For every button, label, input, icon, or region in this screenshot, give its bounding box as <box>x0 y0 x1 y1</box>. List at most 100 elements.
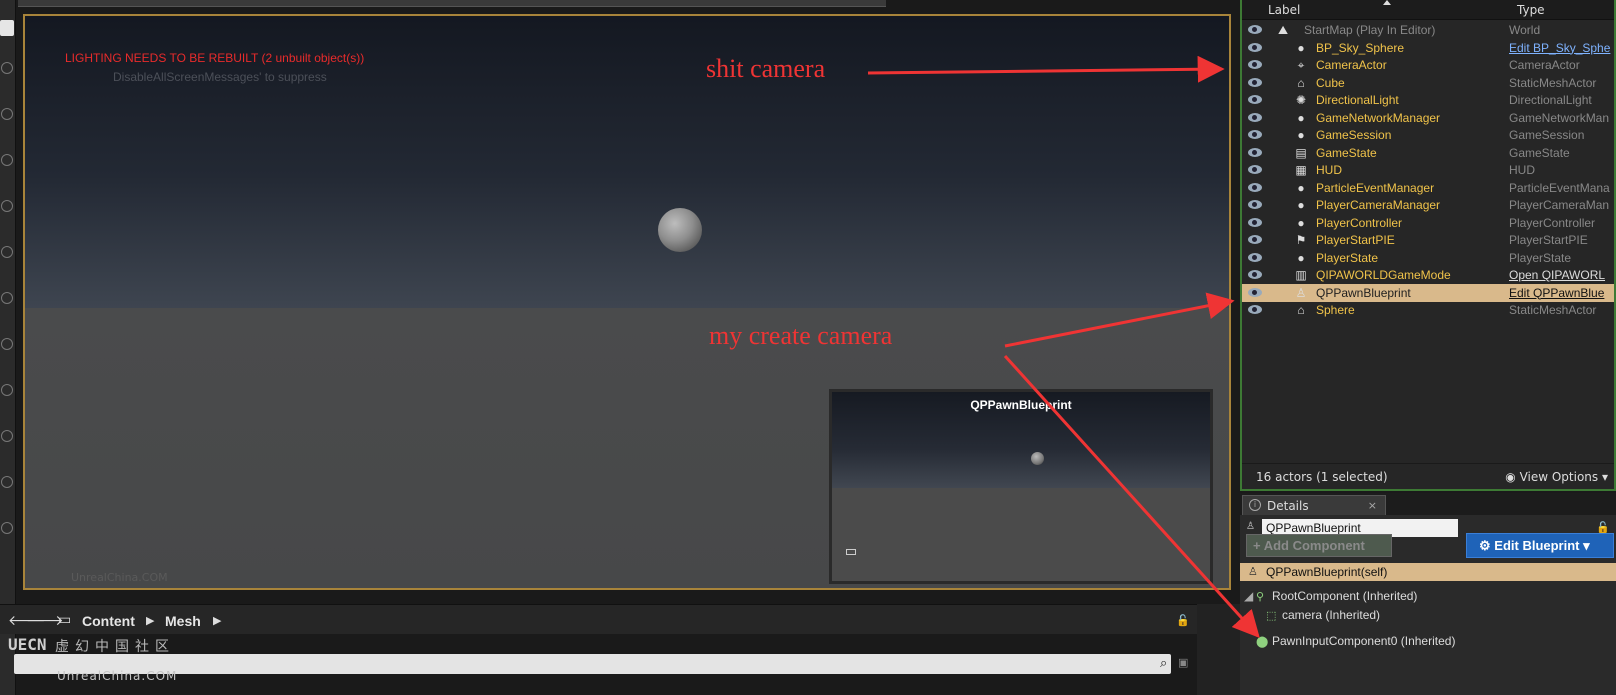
viewport-watermark: UnrealChina.COM <box>71 571 168 584</box>
outliner-row-label: Sphere <box>1316 303 1355 317</box>
column-type[interactable]: Type <box>1517 3 1545 17</box>
close-icon[interactable]: × <box>1368 499 1377 512</box>
outliner-row[interactable]: ⌖ CameraActor CameraActor <box>1242 56 1614 74</box>
clock-icon[interactable] <box>1 476 13 488</box>
annotation-my-create-camera: my create camera <box>709 321 893 350</box>
clock-icon[interactable] <box>1 246 13 258</box>
input-component-icon: ⬤ <box>1256 635 1269 648</box>
outliner-row-label: StartMap (Play In Editor) <box>1304 23 1436 37</box>
outliner-row-label: GameState <box>1316 145 1377 160</box>
chevron-right-icon[interactable]: ▶ <box>146 614 154 627</box>
visibility-eye-icon[interactable] <box>1248 200 1262 209</box>
lighting-warning: LIGHTING NEEDS TO BE REBUILT (2 unbuilt … <box>65 51 365 65</box>
outliner-row[interactable]: ● ParticleEventManager ParticleEventMana <box>1242 179 1614 197</box>
pawn-icon: ♙ <box>1248 565 1258 578</box>
outliner-row-type[interactable]: Edit BP_Sky_Sphe <box>1509 41 1613 55</box>
outliner-row-type: GameSession <box>1509 128 1585 142</box>
outliner-row-type: ParticleEventMana <box>1509 180 1610 195</box>
visibility-eye-icon[interactable] <box>1248 287 1262 297</box>
expand-arrow-icon[interactable]: ◢ <box>1244 589 1253 603</box>
outliner-row[interactable]: ● PlayerState PlayerState <box>1242 249 1614 267</box>
visibility-eye-icon[interactable] <box>1248 182 1262 192</box>
search-icon[interactable]: ⌕ <box>1160 656 1176 672</box>
view-options-button[interactable]: ◉ View Options ▾ <box>1505 470 1608 484</box>
tab-details-label: Details <box>1267 499 1309 513</box>
static-mesh-icon: ⌂ <box>1297 75 1305 90</box>
outliner-row-label: DirectionalLight <box>1316 93 1399 107</box>
visibility-eye-icon[interactable] <box>1248 217 1262 227</box>
camera-component-icon: ⬚ <box>1266 609 1277 622</box>
visibility-eye-icon[interactable] <box>1248 25 1262 34</box>
visibility-eye-icon[interactable] <box>1248 270 1262 279</box>
tab-details[interactable]: i Details × <box>1242 495 1386 515</box>
clock-icon[interactable] <box>1 200 13 212</box>
outliner-row[interactable]: ● PlayerController PlayerController <box>1242 214 1614 232</box>
clock-icon[interactable] <box>1 522 13 534</box>
visibility-eye-icon[interactable] <box>1248 95 1262 104</box>
pawn-icon: ♙ <box>1246 521 1255 532</box>
visibility-eye-icon[interactable] <box>1248 165 1262 174</box>
visibility-eye-icon[interactable] <box>1248 77 1262 87</box>
visibility-eye-icon[interactable] <box>1248 42 1262 52</box>
visibility-eye-icon[interactable] <box>1248 112 1262 122</box>
outliner-row-type: GameNetworkMan <box>1509 110 1610 125</box>
breadcrumb-content[interactable]: Content <box>82 613 135 629</box>
annotation-shit-camera: shit camera <box>706 54 826 83</box>
visibility-eye-icon[interactable] <box>1248 147 1262 157</box>
component-camera[interactable]: camera (Inherited) <box>1282 608 1380 622</box>
search-toggle-icon[interactable] <box>0 20 14 36</box>
save-icon[interactable]: ▣ <box>1178 656 1192 670</box>
outliner-row-world[interactable]: ⛰ StartMap (Play In Editor) World <box>1242 21 1614 39</box>
outliner-row-label: BP_Sky_Sphere <box>1316 40 1405 55</box>
outliner-row-type: CameraActor <box>1509 58 1580 72</box>
clock-icon[interactable] <box>1 338 13 350</box>
outliner-row[interactable]: ⌂ Sphere StaticMeshActor <box>1242 301 1614 319</box>
outliner-row-label: QPPawnBlueprint <box>1316 285 1411 300</box>
add-component-button[interactable]: + Add Component <box>1246 534 1392 557</box>
visibility-eye-icon[interactable] <box>1248 60 1262 69</box>
level-viewport[interactable]: LIGHTING NEEDS TO BE REBUILT (2 unbuilt … <box>23 14 1231 590</box>
outliner-row[interactable]: ● BP_Sky_Sphere Edit BP_Sky_Sphe <box>1242 39 1614 57</box>
clock-icon[interactable] <box>1 62 13 74</box>
visibility-eye-icon[interactable] <box>1248 235 1262 244</box>
visibility-eye-icon[interactable] <box>1248 305 1262 314</box>
game-state-icon: ▤ <box>1295 145 1307 160</box>
edit-blueprint-button[interactable]: ⚙ Edit Blueprint ▾ <box>1466 533 1614 558</box>
lock-icon[interactable]: 🔓 <box>1176 614 1190 627</box>
clock-icon[interactable] <box>1 430 13 442</box>
outliner-row-label: GameNetworkManager <box>1316 110 1441 125</box>
component-self[interactable]: ♙ QPPawnBlueprint(self) <box>1240 563 1616 581</box>
clock-icon[interactable] <box>1 108 13 120</box>
clock-icon[interactable] <box>1 154 13 166</box>
component-pawn-input[interactable]: PawnInputComponent0 (Inherited) <box>1272 634 1455 648</box>
outliner-row[interactable]: ♙ QPPawnBlueprint Edit QPPawnBlue <box>1242 283 1614 302</box>
clock-icon[interactable] <box>1 384 13 396</box>
outliner-row[interactable]: ● GameNetworkManager GameNetworkMan <box>1242 109 1614 127</box>
outliner-row[interactable]: ✺ DirectionalLight DirectionalLight <box>1242 91 1614 109</box>
outliner-row[interactable]: ● PlayerCameraManager PlayerCameraMan <box>1242 196 1614 214</box>
light-icon: ✺ <box>1295 93 1307 107</box>
breadcrumb-mesh[interactable]: Mesh <box>165 613 201 629</box>
outliner-row-type[interactable]: Open QIPAWORL <box>1509 268 1613 282</box>
outliner-row-type: PlayerStartPIE <box>1509 233 1588 247</box>
visibility-eye-icon[interactable] <box>1248 252 1262 262</box>
component-root[interactable]: RootComponent (Inherited) <box>1272 589 1417 603</box>
preview-title: QPPawnBlueprint <box>970 398 1072 412</box>
outliner-row[interactable]: ▦ HUD HUD <box>1242 161 1614 179</box>
view-options-label: View Options <box>1519 470 1599 484</box>
column-label[interactable]: Label <box>1268 3 1300 17</box>
chevron-right-icon[interactable]: ▶ <box>213 614 221 627</box>
outliner-row[interactable]: ▤ GameState GameState <box>1242 144 1614 162</box>
clock-icon[interactable] <box>1 292 13 304</box>
preview-sphere <box>1031 452 1044 465</box>
outliner-row[interactable]: ⚑ PlayerStartPIE PlayerStartPIE <box>1242 231 1614 249</box>
visibility-eye-icon[interactable] <box>1248 130 1262 139</box>
world-outliner: Label Type ⛰ StartMap (Play In Editor) Wor… <box>1240 0 1616 491</box>
outliner-row-type: StaticMeshActor <box>1509 75 1597 90</box>
component-self-label: QPPawnBlueprint(self) <box>1266 565 1388 579</box>
outliner-row[interactable]: ⌂ Cube StaticMeshActor <box>1242 74 1614 92</box>
content-search-input[interactable] <box>14 654 1171 674</box>
outliner-row[interactable]: ● GameSession GameSession <box>1242 126 1614 144</box>
outliner-row[interactable]: ▥ QIPAWORLDGameMode Open QIPAWORL <box>1242 266 1614 284</box>
outliner-row-type[interactable]: Edit QPPawnBlue <box>1509 286 1613 300</box>
